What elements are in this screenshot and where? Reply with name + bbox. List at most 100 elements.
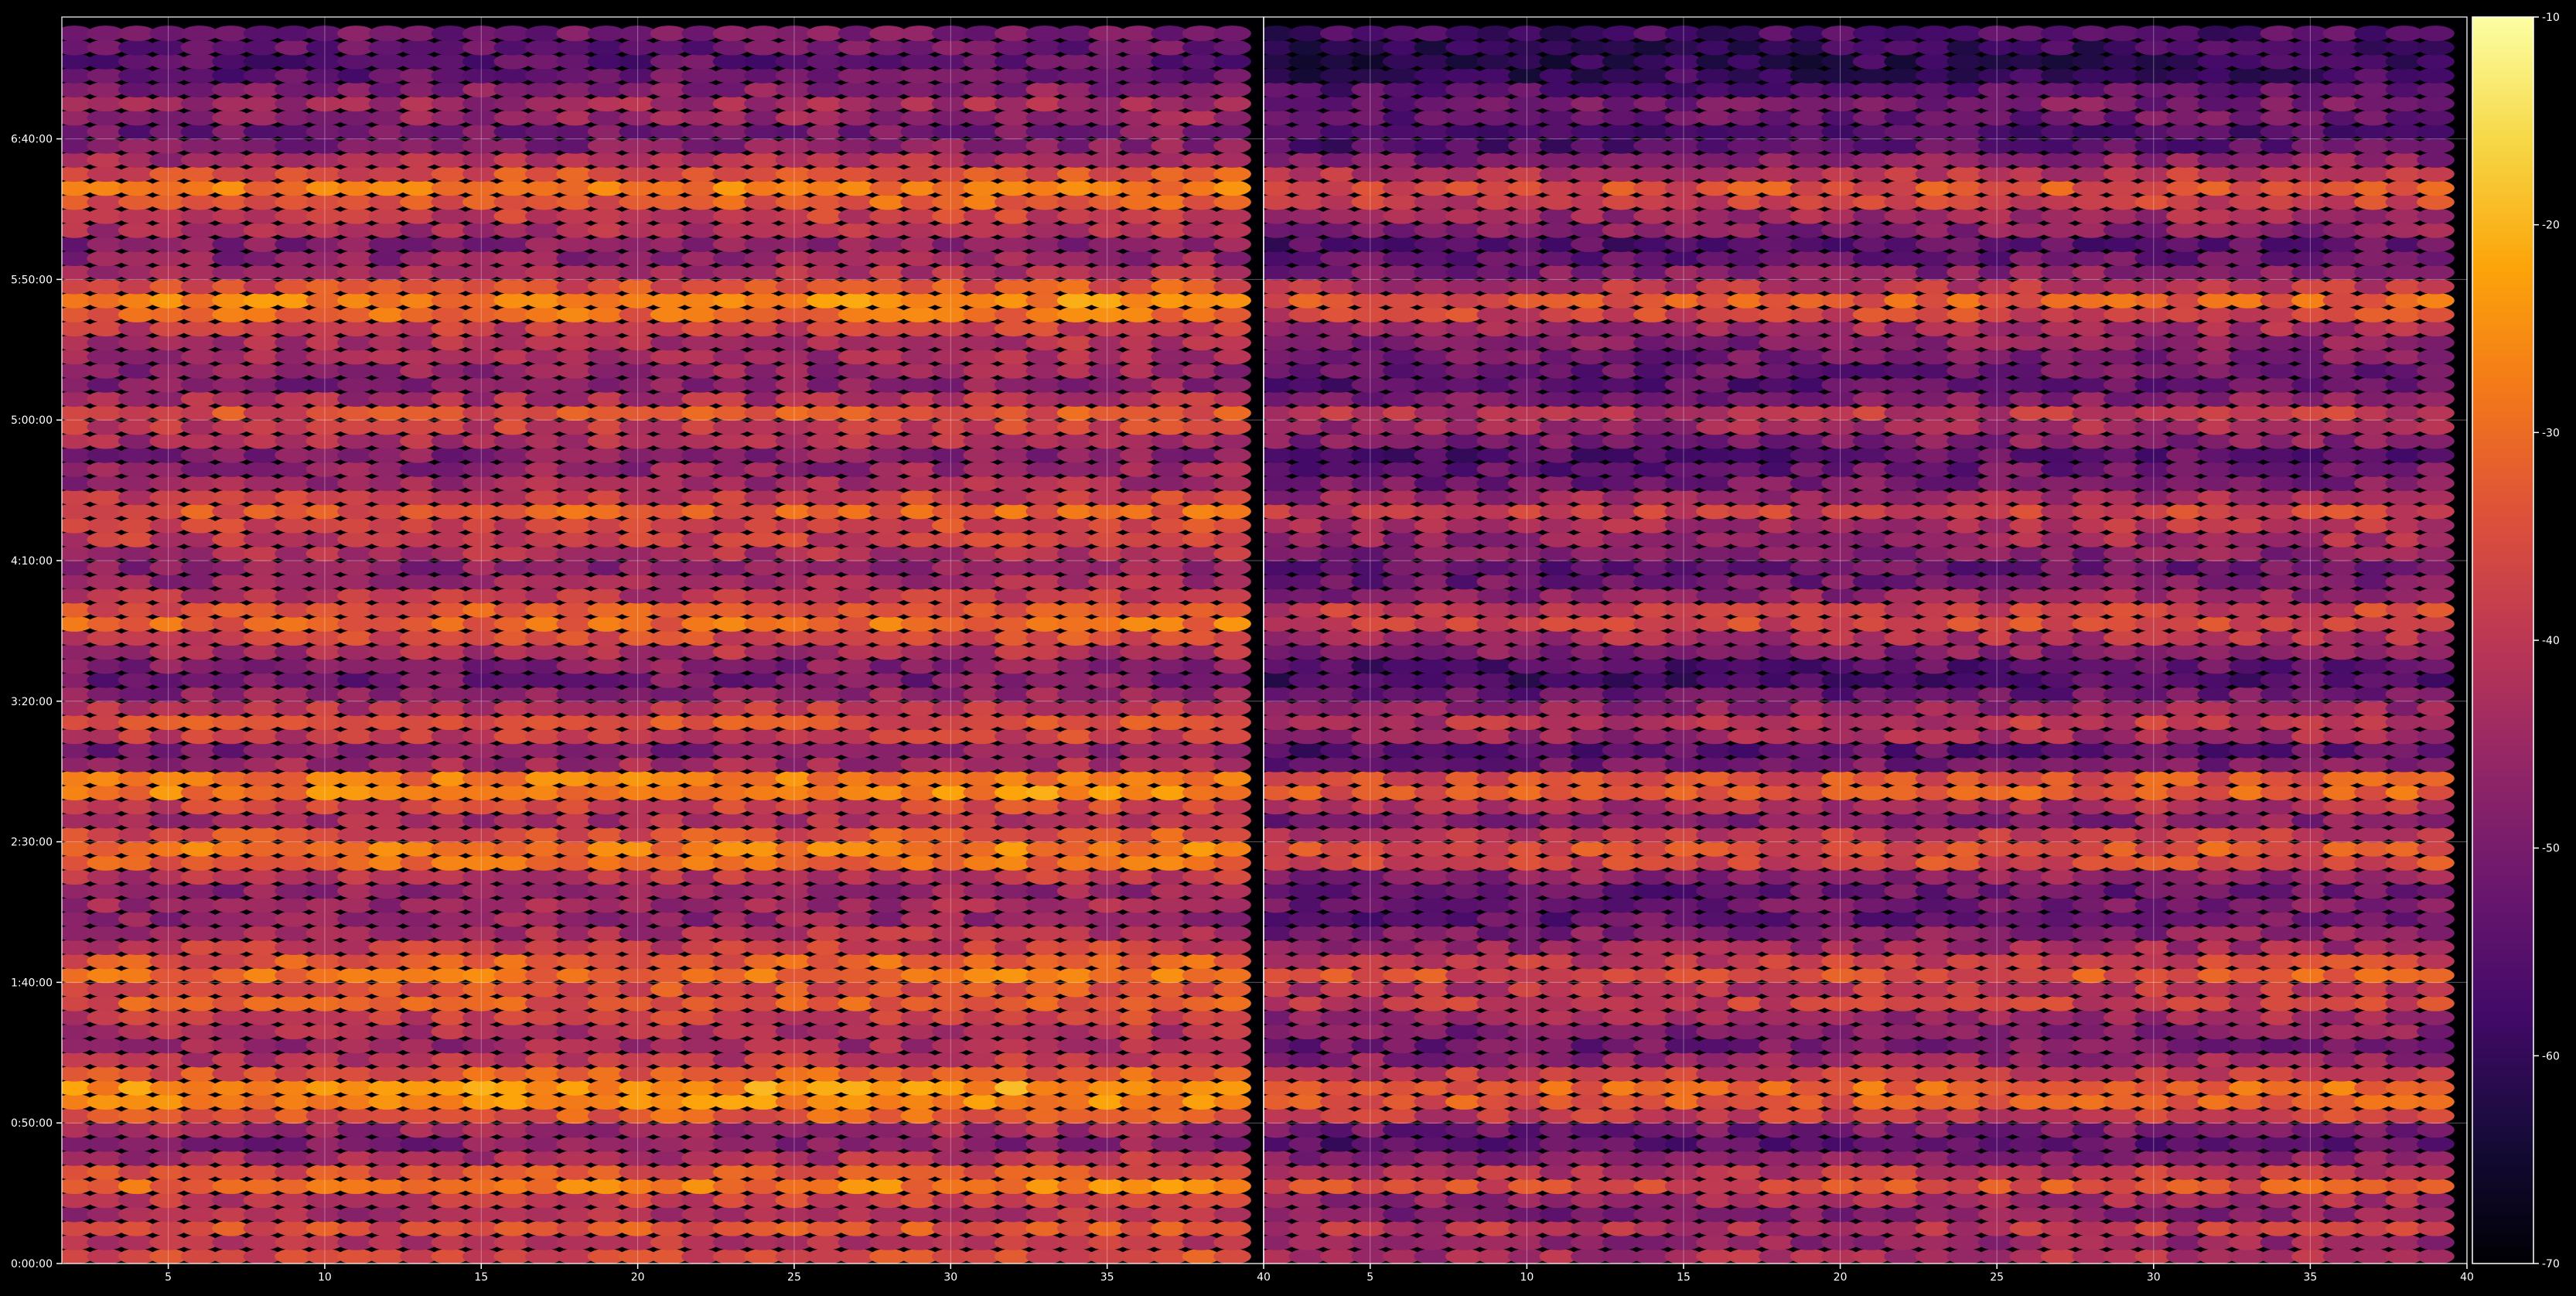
heatmap-cell (2417, 1122, 2455, 1138)
heatmap-cell (1213, 1023, 1251, 1040)
heatmap-cell (1213, 124, 1251, 140)
heatmap-cell (1213, 925, 1251, 941)
heatmap-cell (1213, 827, 1251, 843)
heatmap-cell (1213, 728, 1251, 745)
heatmap-cell (1213, 714, 1251, 731)
heatmap-cell (1213, 1150, 1251, 1166)
heatmap-cell (2417, 1206, 2455, 1223)
heatmap-cell (1213, 883, 1251, 899)
heatmap-cell (1213, 700, 1251, 716)
heatmap-cell (1213, 602, 1251, 618)
heatmap-cell (2417, 1234, 2455, 1250)
heatmap-cell (2417, 813, 2455, 829)
heatmap-cell (1213, 1052, 1251, 1068)
heatmap-cell (1213, 897, 1251, 913)
heatmap-cell (2417, 784, 2455, 801)
heatmap-cell (2417, 672, 2455, 688)
heatmap-cell (1213, 1108, 1251, 1124)
heatmap-cells (1264, 17, 2467, 1264)
heatmap-cell (1213, 939, 1251, 956)
heatmap-cell (2417, 686, 2455, 702)
heatmap-cell (2417, 953, 2455, 970)
heatmap-cell (2417, 1009, 2455, 1025)
heatmap-cell (2417, 1178, 2455, 1195)
heatmap-cell (2417, 995, 2455, 1011)
heatmap-cell (1213, 672, 1251, 688)
heatmap-cell (1213, 165, 1251, 182)
heatmap-cell (1213, 545, 1251, 561)
heatmap-cell (1213, 784, 1251, 801)
heatmap-cell (1213, 953, 1251, 970)
heatmap-cell (1213, 995, 1251, 1011)
spectrogram-figure: 5 10 15 20 25 30 35 40 5 10 15 20 25 30 35 40 0:00:00 0:5… (0, 0, 2576, 1293)
heatmap-cell (1213, 264, 1251, 281)
heatmap-cell (2417, 658, 2455, 674)
heatmap-cell (2417, 770, 2455, 786)
heatmap-cell (2417, 1192, 2455, 1209)
heatmap-cell (1213, 1192, 1251, 1209)
heatmap-cell (2417, 742, 2455, 759)
heatmap-cell (1213, 503, 1251, 520)
heatmap-cell (1213, 419, 1251, 435)
heatmap-cell (2417, 1220, 2455, 1236)
heatmap-cell (1213, 770, 1251, 786)
heatmap-cell (2417, 939, 2455, 956)
heatmap-cell (2417, 1052, 2455, 1068)
heatmap-cell (1213, 96, 1251, 112)
heatmap-cell (2417, 854, 2455, 871)
heatmap-cell (1213, 1248, 1251, 1264)
heatmap-panel-left (62, 17, 1264, 1264)
heatmap-cell (1213, 517, 1251, 534)
heatmap-cell (1213, 686, 1251, 702)
heatmap-cell (1213, 1079, 1251, 1096)
heatmap-cell (1213, 813, 1251, 829)
heatmap-cell (1213, 433, 1251, 449)
heatmap-cell (2417, 1108, 2455, 1124)
heatmap-cell (1213, 39, 1251, 56)
heatmap-cell (2417, 1023, 2455, 1040)
heatmap-cell (1213, 208, 1251, 224)
heatmap-cell (2417, 700, 2455, 716)
heatmap-cell (2417, 1248, 2455, 1264)
heatmap-cell (1213, 489, 1251, 506)
heatmap-cell (1213, 559, 1251, 576)
heatmap-cell (1213, 1136, 1251, 1152)
heatmap-cell (1213, 236, 1251, 252)
heatmap-cell (2417, 883, 2455, 899)
heatmap-cell (1213, 967, 1251, 984)
heatmap-cell (2417, 728, 2455, 745)
chart-svg: 5 10 15 20 25 30 35 40 5 10 15 20 25 30 35 400:00:000:5… (11, 12, 2560, 1284)
heatmap-cell (2417, 841, 2455, 857)
heatmap-cell (1213, 391, 1251, 407)
heatmap-cell (2417, 756, 2455, 772)
heatmap-cell (1213, 278, 1251, 295)
heatmap-cell (2417, 967, 2455, 984)
heatmap-cell (1213, 110, 1251, 126)
heatmap-cell (1213, 377, 1251, 393)
heatmap-cell (1213, 1178, 1251, 1195)
heatmap-panel-right (1264, 17, 2467, 1264)
heatmap-cell (1213, 616, 1251, 632)
heatmap-cell (1213, 405, 1251, 421)
heatmap-cell (1213, 644, 1251, 660)
heatmap-cell (1213, 1220, 1251, 1236)
heatmap-cell (1213, 742, 1251, 759)
heatmap-cell (1213, 854, 1251, 871)
heatmap-cell (2417, 1164, 2455, 1180)
heatmap-cell (2417, 981, 2455, 998)
heatmap-cell (1213, 1164, 1251, 1180)
heatmap-cell (2417, 1079, 2455, 1096)
heatmap-cell (1213, 841, 1251, 857)
heatmap-cell (1213, 447, 1251, 463)
heatmap-cell (1213, 658, 1251, 674)
heatmap-cell (2417, 1066, 2455, 1082)
heatmap-cell (1213, 138, 1251, 154)
heatmap-cell (1213, 180, 1251, 196)
heatmap-cell (2417, 925, 2455, 941)
heatmap-cell (1213, 152, 1251, 168)
heatmap-cell (2417, 868, 2455, 885)
heatmap-cell (1213, 981, 1251, 998)
heatmap-cell (1213, 53, 1251, 70)
heatmap-cell (1213, 629, 1251, 646)
heatmap-cell (1213, 251, 1251, 267)
